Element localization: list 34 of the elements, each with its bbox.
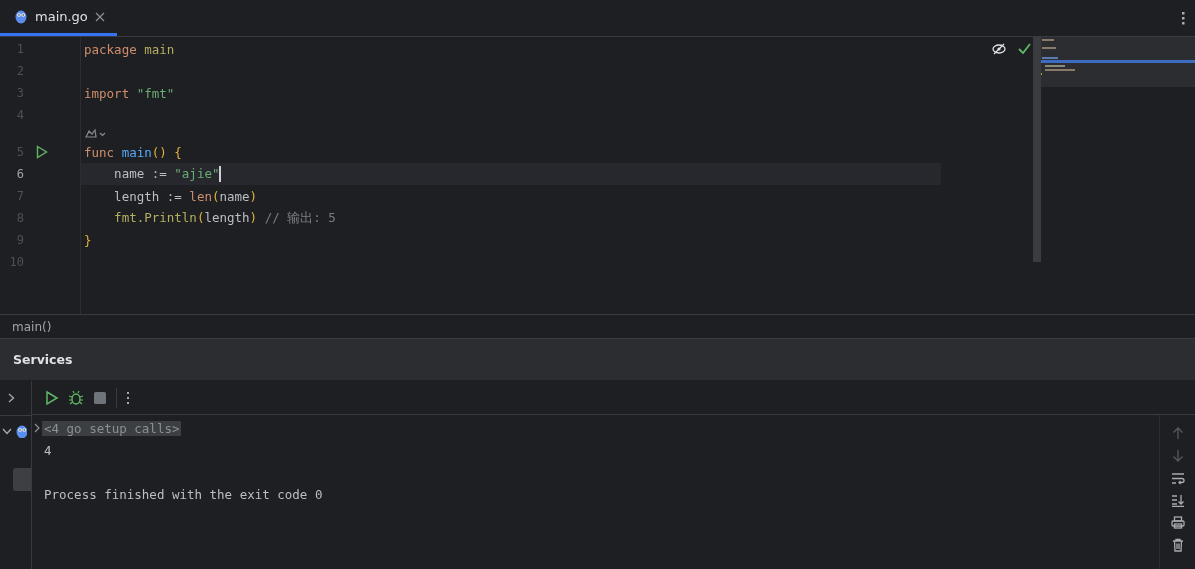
code-line: length := len(name) [113, 188, 258, 204]
chevron-down-icon[interactable] [2, 427, 12, 435]
code-line: func main() { [83, 144, 182, 160]
code-line: } [83, 232, 92, 248]
close-icon[interactable] [94, 11, 105, 22]
scrollbar[interactable] [1033, 37, 1041, 262]
run-icon[interactable] [36, 145, 48, 159]
breadcrumb[interactable]: main() [12, 319, 52, 334]
expand-icon[interactable] [32, 423, 42, 433]
more-icon[interactable] [125, 389, 131, 406]
trash-icon[interactable] [1171, 538, 1184, 552]
code-line: fmt.Println(length) // 输出: 5 [113, 209, 336, 227]
panel-title: Services [13, 352, 73, 367]
line-number: 6 [15, 167, 24, 181]
gopher-icon [14, 9, 28, 24]
code-line: import "fmt" [83, 85, 175, 101]
code-line: package main [83, 41, 175, 57]
more-icon[interactable] [1181, 11, 1185, 25]
run-button[interactable] [44, 389, 60, 406]
inlay-hint-icon[interactable] [84, 127, 106, 140]
check-icon[interactable] [1018, 43, 1031, 54]
scroll-to-end-icon[interactable] [1170, 494, 1185, 507]
soft-wrap-icon[interactable] [1170, 472, 1185, 485]
status-message: Process finished with the exit code 0 [44, 486, 323, 502]
print-icon[interactable] [1170, 516, 1185, 529]
scroll-thumb[interactable] [13, 468, 31, 491]
debug-button[interactable] [68, 389, 84, 406]
file-tab[interactable]: main.go [0, 0, 117, 36]
stop-button[interactable] [92, 389, 108, 406]
chevron-right-icon[interactable] [8, 393, 15, 403]
code-line: name := "ajie" [113, 165, 221, 183]
hidden-eye-icon[interactable] [992, 43, 1006, 55]
console-output: 4 [44, 442, 52, 458]
gopher-icon [15, 424, 27, 438]
